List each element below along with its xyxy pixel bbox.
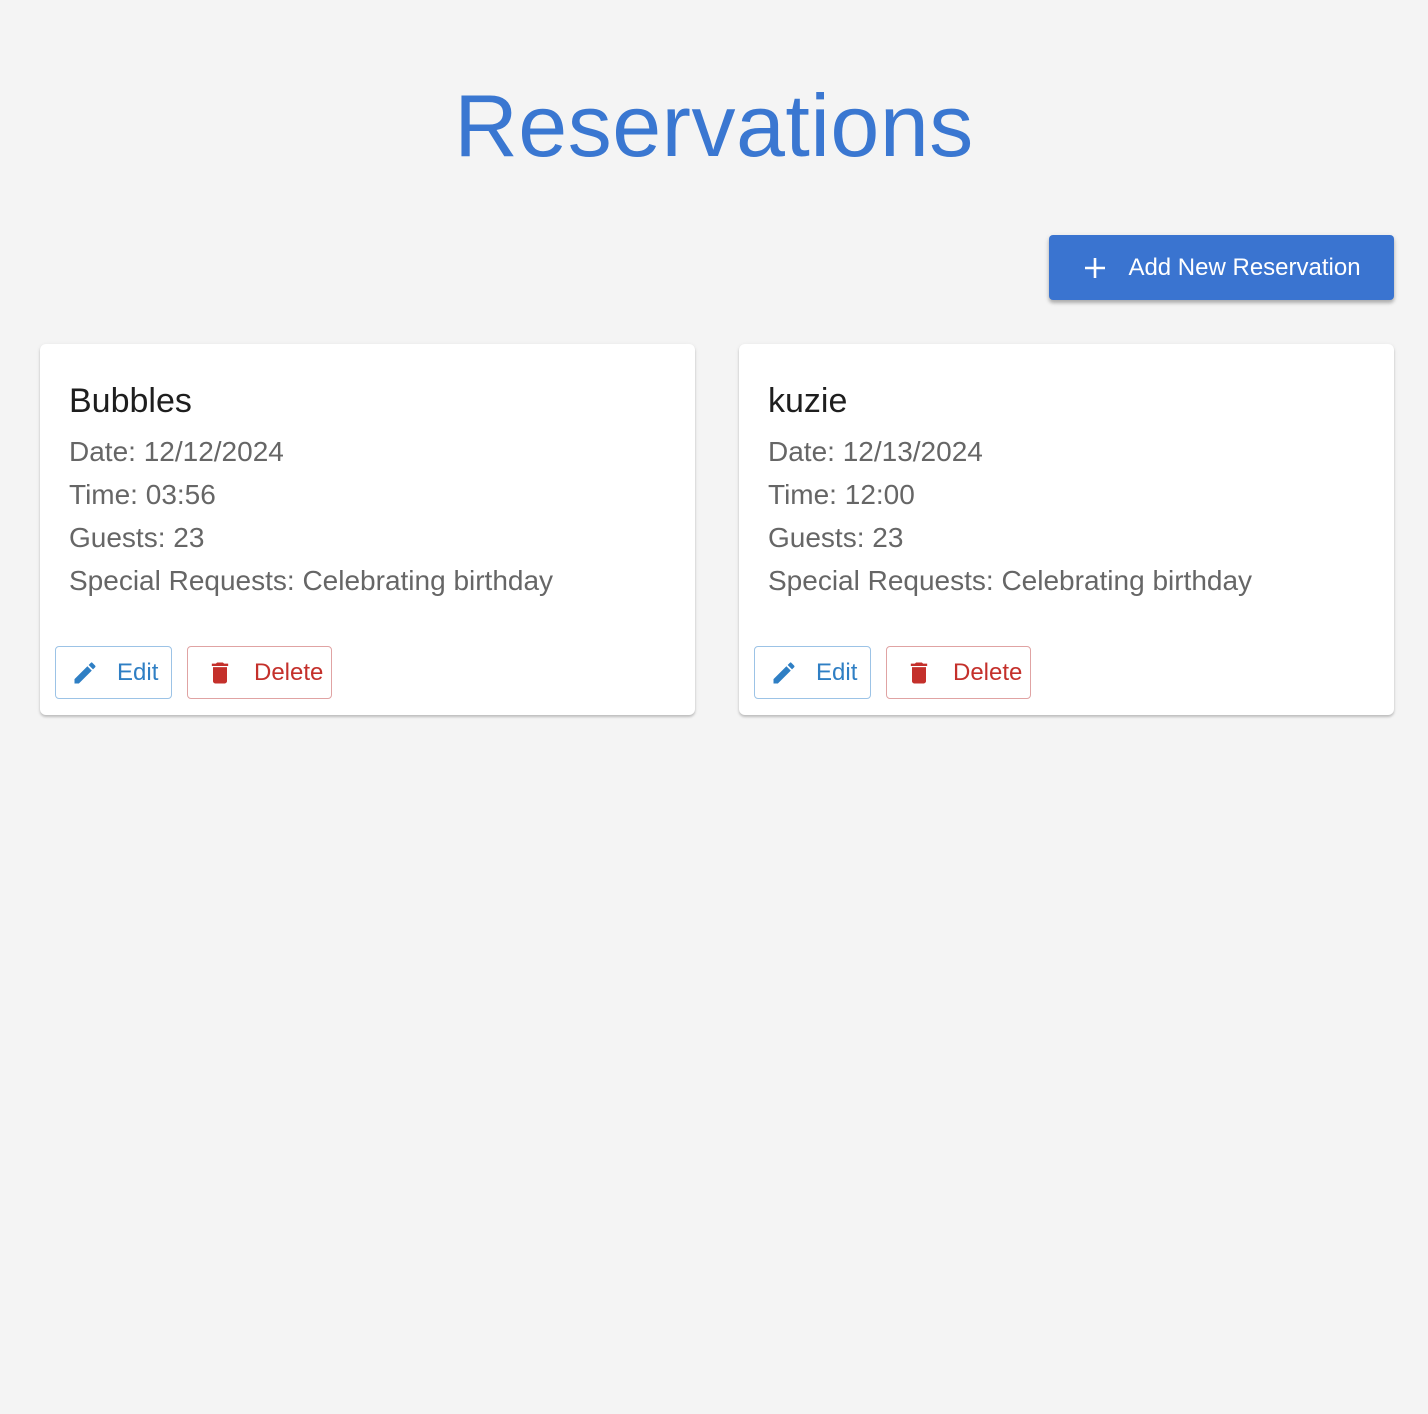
reservation-name: Bubbles (69, 382, 192, 420)
reservation-special-requests: Special Requests: Celebrating birthday (69, 565, 554, 596)
reservation-card: Bubbles Date: 12/12/2024 Time: 03:56 Gue… (40, 344, 695, 715)
delete-button[interactable]: Delete (886, 646, 1031, 699)
reservation-guests: Guests: 23 (768, 522, 904, 553)
pencil-icon (71, 659, 99, 687)
delete-label: Delete (953, 658, 1023, 686)
trash-icon (206, 659, 234, 687)
edit-label: Edit (816, 658, 858, 686)
reservation-time: Time: 03:56 (69, 479, 216, 510)
pencil-icon (770, 659, 798, 687)
plus-icon (1082, 255, 1108, 281)
reservation-date: Date: 12/13/2024 (768, 436, 983, 467)
reservation-name: kuzie (768, 382, 848, 420)
reservation-special-requests: Special Requests: Celebrating birthday (768, 565, 1253, 596)
delete-button[interactable]: Delete (187, 646, 332, 699)
reservation-time: Time: 12:00 (768, 479, 915, 510)
reservation-guests: Guests: 23 (69, 522, 205, 553)
edit-label: Edit (117, 658, 159, 686)
edit-button[interactable]: Edit (55, 646, 172, 699)
page-title: Reservations (454, 76, 974, 175)
trash-icon (905, 659, 933, 687)
reservation-card: kuzie Date: 12/13/2024 Time: 12:00 Guest… (739, 344, 1394, 715)
delete-label: Delete (254, 658, 324, 686)
reservation-date: Date: 12/12/2024 (69, 436, 284, 467)
edit-button[interactable]: Edit (754, 646, 871, 699)
add-reservation-label: Add New Reservation (1128, 253, 1361, 281)
add-reservation-button[interactable]: Add New Reservation (1049, 235, 1394, 300)
